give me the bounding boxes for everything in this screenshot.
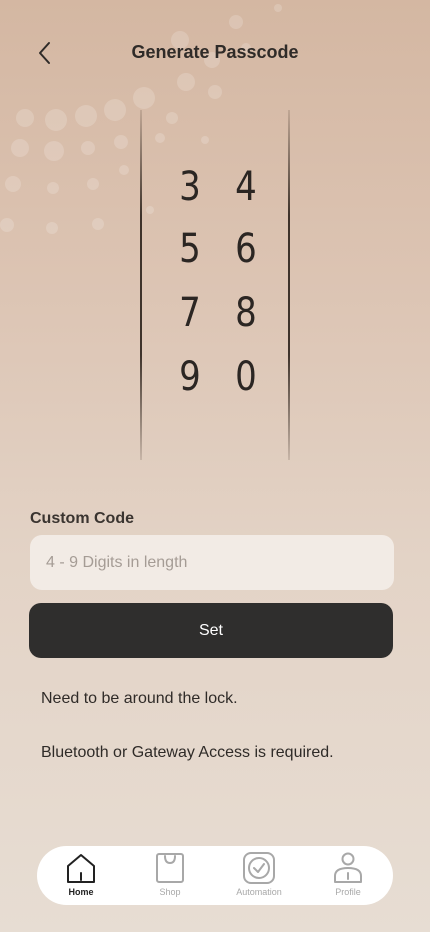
- tab-shop[interactable]: Shop: [130, 852, 210, 902]
- key-8[interactable]: 8: [231, 288, 262, 338]
- key-4[interactable]: 4: [231, 162, 262, 212]
- set-button[interactable]: Set: [29, 603, 393, 658]
- shopping-bag-icon: [156, 853, 184, 883]
- keypad-left-rail: [140, 110, 142, 460]
- proximity-note: Need to be around the lock.: [41, 690, 238, 707]
- tab-profile[interactable]: Profile: [308, 852, 388, 902]
- page-title: Generate Passcode: [131, 42, 299, 62]
- keypad-right-rail: [288, 110, 290, 460]
- key-9[interactable]: 9: [175, 352, 206, 402]
- custom-code-label: Custom Code: [30, 510, 134, 527]
- keypad: 3 4 5 6 7 8 9 0: [140, 110, 292, 460]
- key-0[interactable]: 0: [231, 352, 262, 402]
- profile-icon: [334, 852, 362, 883]
- access-note: Bluetooth or Gateway Access is required.: [41, 744, 334, 761]
- tab-automation[interactable]: Automation: [219, 852, 299, 902]
- key-5[interactable]: 5: [175, 224, 206, 274]
- tab-home[interactable]: Home: [41, 852, 121, 902]
- key-3[interactable]: 3: [175, 162, 206, 212]
- tab-home-label: Home: [68, 887, 94, 897]
- bottom-tab-bar: Home Shop Automation Profile: [37, 846, 393, 905]
- automation-icon: [243, 852, 275, 884]
- header: Generate Passcode: [0, 28, 430, 76]
- tab-shop-label: Shop: [159, 887, 181, 897]
- tab-automation-label: Automation: [236, 887, 282, 897]
- custom-code-input[interactable]: [30, 535, 394, 590]
- key-6[interactable]: 6: [231, 224, 262, 274]
- home-icon: [67, 854, 95, 883]
- tab-profile-label: Profile: [335, 887, 361, 897]
- key-7[interactable]: 7: [175, 288, 206, 338]
